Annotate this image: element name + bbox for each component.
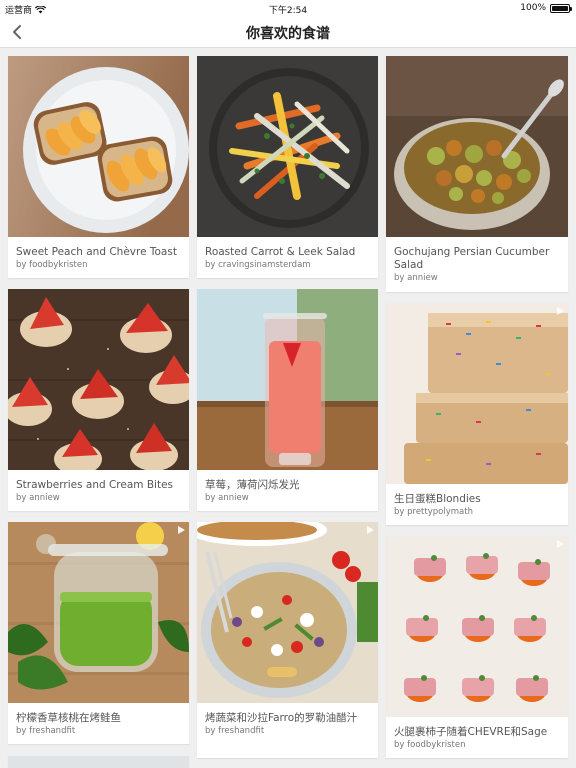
recipe-title: 草莓，薄荷闪烁发光 [205,479,300,491]
recipe-title: 柠檬香草核桃在烤鲑鱼 [16,712,121,724]
battery-percent: 100% [520,3,546,13]
recipe-photo-prosciutto-persimmon [386,536,568,717]
recipe-photo-farro-salad [197,522,378,703]
recipe-author: by prettypolymath [394,507,473,517]
recipe-author: by foodbykristen [394,740,466,750]
recipe-photo-cucumber-salad [386,56,568,237]
recipe-author: by anniew [16,493,60,503]
recipe-title: 烤蔬菜和沙拉Farro的罗勒油醋汁 [205,712,358,724]
battery-icon [550,3,572,13]
recipe-author: by cravingsinamsterdam [205,260,311,270]
video-badge-icon [178,526,185,534]
recipe-photo-strawberry-bites [8,289,189,470]
recipe-author: by freshandfit [16,726,76,736]
recipe-card[interactable]: 生日蛋糕Blondies by prettypolymath [386,303,568,525]
recipe-author: by foodbykristen [16,260,88,270]
battery-status: 100% [520,3,572,13]
recipe-title: Strawberries and Cream Bites [16,479,174,491]
recipe-card[interactable]: Sweet Peach and Chèvre Toast by foodbykr… [8,56,189,278]
recipe-title: Roasted Carrot & Leek Salad [205,246,356,258]
recipe-card-partial[interactable] [8,756,189,768]
recipe-author: by anniew [205,493,249,503]
recipe-title: Gochujang Persian Cucumber Salad [394,246,550,271]
status-bar: 运营商 下午2:54 100% [0,0,576,16]
recipe-photo-carrot-salad [197,56,378,237]
recipe-card[interactable]: Roasted Carrot & Leek Salad by cravingsi… [197,56,378,278]
recipe-card[interactable]: 草莓，薄荷闪烁发光 by anniew [197,289,378,511]
recipe-photo-strawberry-drink [197,289,378,470]
navigation-bar: 你喜欢的食谱 [0,16,576,48]
recipe-author: by anniew [394,273,438,283]
recipe-title: Sweet Peach and Chèvre Toast [16,246,177,258]
battery-fill [552,5,568,11]
recipe-title: 火腿裹柿子随着CHEVRE和Sage [394,726,548,738]
recipe-card[interactable]: 柠檬香草核桃在烤鲑鱼 by freshandfit [8,522,189,744]
recipe-card[interactable]: 烤蔬菜和沙拉Farro的罗勒油醋汁 by freshandfit [197,522,378,758]
recipe-photo-peach-toast [8,56,189,237]
recipe-author: by freshandfit [205,726,265,736]
video-badge-icon [557,540,564,548]
page-title: 你喜欢的食谱 [246,26,330,42]
recipe-photo-salmon [8,522,189,703]
recipe-card[interactable]: Strawberries and Cream Bites by anniew [8,289,189,511]
video-badge-icon [557,307,564,315]
recipe-title: 生日蛋糕Blondies [394,493,481,505]
recipe-photo-blondies [386,303,568,484]
recipe-card[interactable]: Gochujang Persian Cucumber Salad by anni… [386,56,568,292]
recipe-card[interactable]: 火腿裹柿子随着CHEVRE和Sage by foodbykristen [386,536,568,758]
video-badge-icon [367,526,374,534]
status-time: 下午2:54 [268,6,308,16]
